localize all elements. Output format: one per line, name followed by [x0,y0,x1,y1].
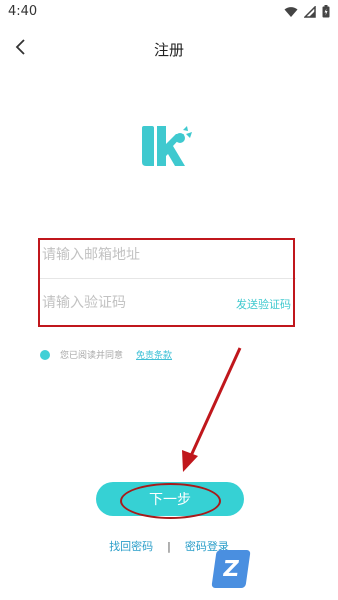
watermark-logo: Z [211,550,251,588]
disclaimer-link[interactable]: 免责条款 [136,348,172,361]
agreement-checkbox[interactable] [40,350,50,360]
lk-logo-icon [140,124,200,168]
next-step-button[interactable]: 下一步 [96,482,244,516]
send-code-button[interactable]: 发送验证码 [236,296,291,312]
status-time: 4:40 [8,4,38,19]
status-icons [284,5,330,18]
email-input[interactable] [40,232,300,278]
email-field[interactable] [40,232,300,279]
forgot-password-link[interactable]: 找回密码 [109,538,153,554]
wifi-icon [284,6,298,18]
bottom-links: 找回密码 | 密码登录 [0,538,338,554]
verification-code-input[interactable] [40,280,229,326]
signal-icon [304,5,316,18]
link-separator: | [167,539,171,553]
agreement-text: 您已阅读并同意 [60,351,124,361]
page-title: 注册 [153,41,184,59]
battery-icon [322,5,330,18]
status-bar: 4:40 [0,0,338,26]
